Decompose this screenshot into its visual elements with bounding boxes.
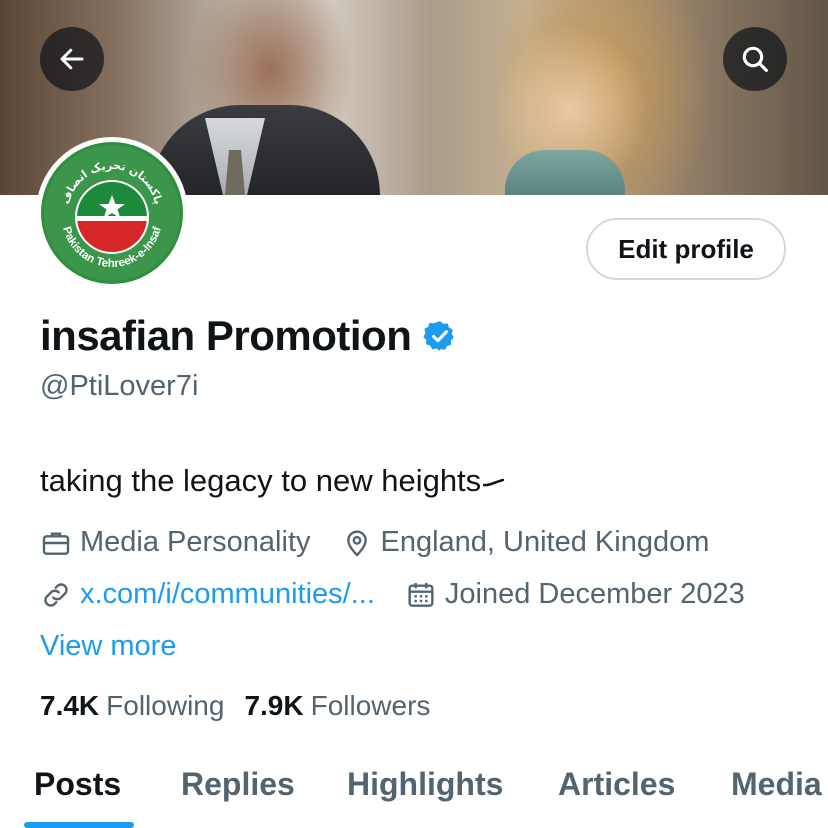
bio-text: taking the legacy to new heights bbox=[40, 463, 482, 498]
following-label: Following bbox=[106, 690, 225, 721]
active-tab-indicator bbox=[24, 822, 134, 828]
profile-meta-row: Media Personality England, United Kingdo… bbox=[40, 526, 709, 559]
profile-tabs: Posts Replies Highlights Articles Media bbox=[0, 760, 828, 828]
profile-avatar[interactable]: پاکستان تحریک انصاف Pakistan Tehreek-e-I… bbox=[36, 137, 188, 289]
pti-logo: پاکستان تحریک انصاف Pakistan Tehreek-e-I… bbox=[41, 142, 183, 284]
website-link[interactable]: x.com/i/communities/... bbox=[80, 578, 375, 611]
joined-text: Joined December 2023 bbox=[444, 578, 745, 610]
banner-figure-suit bbox=[150, 105, 380, 195]
location-pin-icon bbox=[341, 527, 373, 559]
category-text: Media Personality bbox=[80, 526, 311, 558]
banner-figure-scarf bbox=[505, 150, 625, 195]
follow-stats: 7.4K Following 7.9K Followers bbox=[40, 690, 450, 722]
following-stat[interactable]: 7.4K Following bbox=[40, 690, 224, 722]
location-item: England, United Kingdom bbox=[341, 526, 710, 559]
tab-posts[interactable]: Posts bbox=[34, 766, 121, 803]
followers-count: 7.9K bbox=[244, 690, 304, 721]
category-item: Media Personality bbox=[40, 526, 311, 559]
followers-stat[interactable]: 7.9K Followers bbox=[244, 690, 430, 722]
verified-badge-icon[interactable] bbox=[423, 319, 457, 353]
bio-flourish bbox=[482, 478, 505, 487]
following-count: 7.4K bbox=[40, 690, 100, 721]
location-text: England, United Kingdom bbox=[380, 526, 710, 558]
joined-item: Joined December 2023 bbox=[405, 578, 745, 611]
tab-highlights[interactable]: Highlights bbox=[347, 766, 503, 803]
search-button[interactable] bbox=[723, 27, 787, 91]
display-name: insafian Promotion bbox=[40, 312, 412, 359]
user-handle: @PtiLover7i bbox=[40, 370, 199, 402]
edit-profile-button[interactable]: Edit profile bbox=[586, 218, 786, 280]
view-more-link[interactable]: View more bbox=[40, 630, 176, 663]
followers-label: Followers bbox=[310, 690, 431, 721]
link-icon bbox=[40, 579, 72, 611]
profile-meta-row: x.com/i/communities/... Joined December … bbox=[40, 578, 745, 611]
back-button[interactable] bbox=[40, 27, 104, 91]
tab-replies[interactable]: Replies bbox=[181, 766, 295, 803]
website-item[interactable]: x.com/i/communities/... bbox=[40, 578, 375, 611]
arrow-left-icon bbox=[60, 48, 84, 70]
tab-articles[interactable]: Articles bbox=[558, 766, 675, 803]
profile-bio: taking the legacy to new heights bbox=[40, 463, 505, 499]
tab-media[interactable]: Media bbox=[731, 766, 822, 803]
name-row: insafian Promotion bbox=[40, 312, 457, 360]
briefcase-icon bbox=[40, 527, 72, 559]
search-icon bbox=[742, 46, 768, 72]
calendar-icon bbox=[405, 579, 437, 611]
